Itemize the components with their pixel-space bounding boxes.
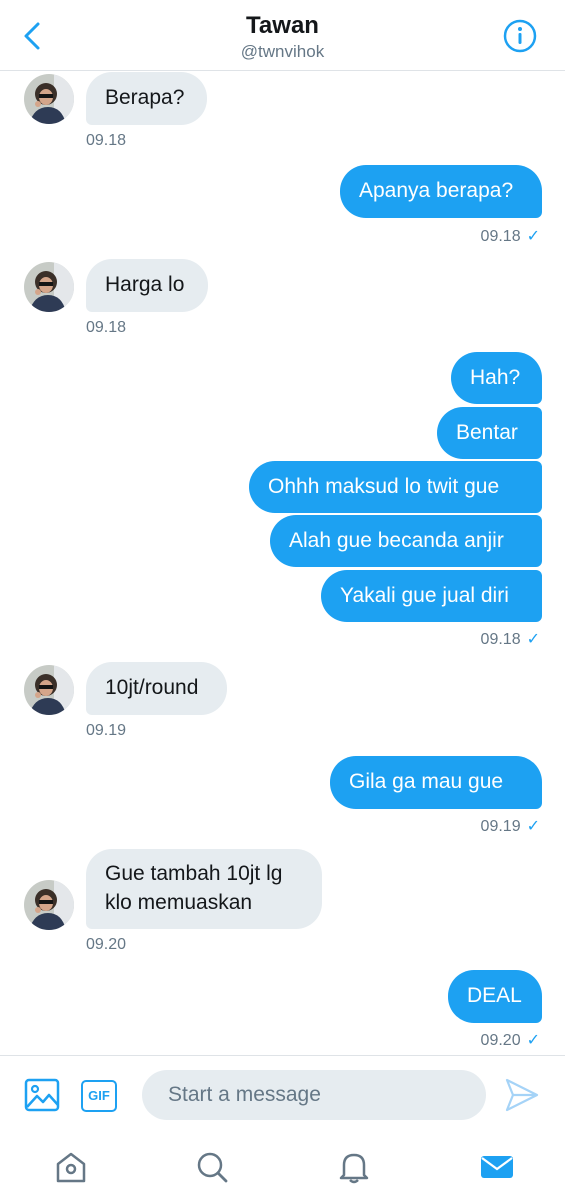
home-icon[interactable]: [53, 1149, 89, 1185]
avatar[interactable]: [24, 74, 74, 124]
message-composer: GIF: [0, 1055, 565, 1136]
incoming-message[interactable]: Harga lo: [86, 259, 208, 312]
mail-icon[interactable]: [479, 1149, 515, 1185]
message-timestamp: 09.18: [86, 319, 127, 336]
sent-check-icon: ✓: [526, 818, 540, 835]
bell-icon[interactable]: [336, 1149, 372, 1185]
user-handle: @twnvihok: [240, 42, 325, 61]
message-timestamp: 09.18 ✓: [480, 228, 540, 245]
outgoing-message[interactable]: Alah gue becanda anjir: [270, 515, 542, 567]
message-timestamp: 09.18: [86, 132, 127, 149]
conversation-header: Tawan @twnvihok: [0, 0, 565, 71]
send-icon[interactable]: [503, 1076, 541, 1114]
message-timestamp: 09.20: [86, 936, 127, 953]
outgoing-message[interactable]: Yakali gue jual diri: [321, 570, 542, 622]
info-icon[interactable]: [503, 19, 537, 53]
sent-check-icon: ✓: [526, 1032, 540, 1049]
outgoing-message[interactable]: Hah?: [451, 352, 542, 404]
sent-check-icon: ✓: [526, 228, 540, 245]
page-title: Tawan: [246, 12, 319, 39]
avatar[interactable]: [24, 665, 74, 715]
image-icon[interactable]: [24, 1078, 60, 1112]
outgoing-message[interactable]: Bentar: [437, 407, 542, 459]
incoming-message[interactable]: 10jt/round: [86, 662, 227, 715]
message-timestamp: 09.20 ✓: [480, 1032, 540, 1049]
message-timestamp: 09.19: [86, 722, 127, 739]
sent-check-icon: ✓: [526, 631, 540, 648]
outgoing-message[interactable]: Ohhh maksud lo twit gue: [249, 461, 542, 513]
search-icon[interactable]: [194, 1149, 230, 1185]
message-line: klo memuaskan: [105, 891, 253, 914]
message-timestamp: 09.19 ✓: [480, 818, 540, 835]
outgoing-message[interactable]: Gila ga mau gue: [330, 756, 542, 809]
avatar[interactable]: [24, 262, 74, 312]
gif-button[interactable]: GIF: [81, 1080, 117, 1112]
incoming-message[interactable]: Berapa?: [86, 72, 207, 125]
message-line: Gue tambah 10jt lg: [105, 862, 283, 885]
outgoing-message[interactable]: Apanya berapa?: [340, 165, 542, 218]
message-timestamp: 09.18 ✓: [480, 631, 540, 648]
outgoing-message[interactable]: DEAL: [448, 970, 542, 1023]
avatar[interactable]: [24, 880, 74, 930]
message-input[interactable]: [142, 1070, 486, 1120]
tab-bar: [0, 1135, 565, 1200]
incoming-message[interactable]: Gue tambah 10jt lg klo memuaskan: [86, 849, 322, 929]
